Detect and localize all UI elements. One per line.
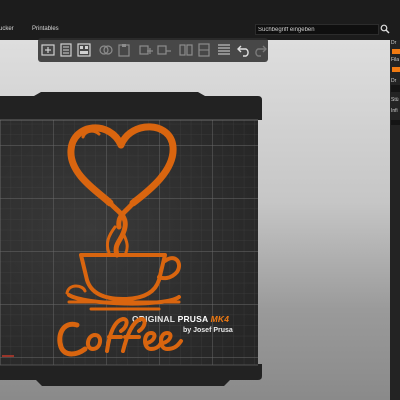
copy-icon[interactable] (98, 42, 114, 58)
right-sidebar: Dr Fila Dr Stü Infi (390, 40, 400, 400)
printer-label: Dr (391, 78, 397, 84)
menu-bar: ucker Printables (0, 0, 400, 40)
tab-printer-settings[interactable]: ucker (0, 26, 14, 32)
delete-icon[interactable] (58, 42, 74, 58)
print-settings-label: Dr (391, 40, 397, 46)
add-icon[interactable] (40, 42, 56, 58)
layers-icon[interactable] (216, 42, 232, 58)
filament-label: Fila (391, 57, 400, 63)
split-objects-icon[interactable] (178, 42, 194, 58)
undo-icon[interactable] (236, 42, 252, 58)
bed-brand-sub: by Josef Prusa (183, 327, 233, 334)
plater-toolbar (38, 38, 268, 62)
infill-select[interactable] (391, 120, 400, 125)
search-box (255, 24, 379, 35)
infill-label: Infi (391, 108, 398, 114)
filament-color-swatch[interactable] (392, 67, 400, 72)
add-instance-icon[interactable] (138, 42, 154, 58)
coffee-model[interactable] (55, 115, 185, 365)
supports-label: Stü (391, 97, 399, 103)
split-parts-icon[interactable] (196, 42, 212, 58)
print-settings-icon[interactable] (392, 49, 400, 54)
brand-model: MK4 (210, 314, 230, 324)
paste-icon[interactable] (116, 42, 132, 58)
remove-instance-icon[interactable] (156, 42, 172, 58)
arrange-icon[interactable] (76, 42, 92, 58)
search-icon[interactable] (380, 24, 390, 34)
printer-select[interactable] (391, 85, 400, 92)
search-input[interactable] (258, 25, 374, 34)
redo-icon[interactable] (252, 42, 268, 58)
tab-printables[interactable]: Printables (32, 26, 59, 32)
